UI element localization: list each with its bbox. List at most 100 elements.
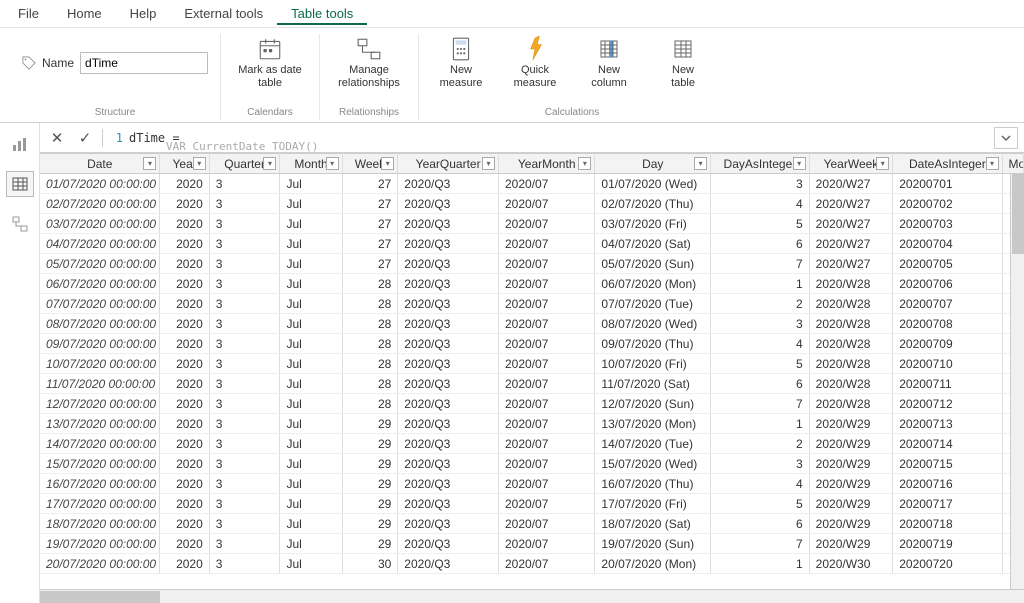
cell[interactable]: 02/07/2020 00:00:00 xyxy=(40,194,160,214)
cell[interactable]: 2020/07 xyxy=(499,234,595,254)
cell[interactable]: 2020/Q3 xyxy=(398,294,499,314)
manage-relationships-button[interactable]: Managerelationships xyxy=(332,34,406,90)
cell[interactable]: 2020/07 xyxy=(499,214,595,234)
table-row[interactable]: 01/07/2020 00:00:0020203Jul272020/Q32020… xyxy=(40,174,1024,194)
horizontal-scrollbar[interactable] xyxy=(40,589,1024,603)
cell[interactable]: 2020/Q3 xyxy=(398,414,499,434)
cell[interactable]: 3 xyxy=(209,294,280,314)
cell[interactable]: 2020/07 xyxy=(499,254,595,274)
cell[interactable]: 2020/W29 xyxy=(809,514,893,534)
cell[interactable]: 20200712 xyxy=(893,394,1002,414)
cell[interactable]: 3 xyxy=(209,274,280,294)
cell[interactable]: 2020 xyxy=(160,494,209,514)
cell[interactable]: 2020/07 xyxy=(499,294,595,314)
table-row[interactable]: 02/07/2020 00:00:0020203Jul272020/Q32020… xyxy=(40,194,1024,214)
cell[interactable]: 29 xyxy=(342,474,398,494)
cell[interactable]: 2 xyxy=(711,294,810,314)
cell[interactable]: 4 xyxy=(711,334,810,354)
cell[interactable]: 2020/W28 xyxy=(809,394,893,414)
cell[interactable]: 3 xyxy=(209,374,280,394)
cell[interactable]: 14/07/2020 00:00:00 xyxy=(40,434,160,454)
cell[interactable]: 28 xyxy=(342,394,398,414)
cell[interactable]: 20/07/2020 00:00:00 xyxy=(40,554,160,574)
cell[interactable]: Jul xyxy=(280,454,342,474)
cell[interactable]: 2020/W28 xyxy=(809,314,893,334)
cell[interactable]: 2020/W27 xyxy=(809,254,893,274)
cell[interactable]: Jul xyxy=(280,174,342,194)
cell[interactable]: 07/07/2020 (Tue) xyxy=(595,294,711,314)
cell[interactable]: 3 xyxy=(209,214,280,234)
cell[interactable]: 28 xyxy=(342,294,398,314)
cell[interactable]: 2 xyxy=(711,434,810,454)
cell[interactable]: 20200715 xyxy=(893,454,1002,474)
cell[interactable]: 20200703 xyxy=(893,214,1002,234)
cell[interactable]: 2020/W27 xyxy=(809,194,893,214)
column-header-dayasinteger[interactable]: DayAsInteger▾ xyxy=(711,154,810,174)
menu-home[interactable]: Home xyxy=(53,2,116,25)
table-row[interactable]: 08/07/2020 00:00:0020203Jul282020/Q32020… xyxy=(40,314,1024,334)
cell[interactable]: 05/07/2020 (Sun) xyxy=(595,254,711,274)
cell[interactable]: 20200718 xyxy=(893,514,1002,534)
table-name-input[interactable] xyxy=(80,52,208,74)
hscroll-thumb[interactable] xyxy=(40,591,160,603)
cell[interactable]: 3 xyxy=(209,474,280,494)
cell[interactable]: 5 xyxy=(711,214,810,234)
cell[interactable]: 27 xyxy=(342,194,398,214)
cell[interactable]: 15/07/2020 (Wed) xyxy=(595,454,711,474)
cell[interactable]: 08/07/2020 (Wed) xyxy=(595,314,711,334)
cell[interactable]: 2020/Q3 xyxy=(398,274,499,294)
cell[interactable]: 4 xyxy=(711,474,810,494)
cell[interactable]: 2020/07 xyxy=(499,194,595,214)
cell[interactable]: 20200710 xyxy=(893,354,1002,374)
cell[interactable]: Jul xyxy=(280,534,342,554)
column-header-day[interactable]: Day▾ xyxy=(595,154,711,174)
cell[interactable]: 2020 xyxy=(160,534,209,554)
cell[interactable]: 01/07/2020 00:00:00 xyxy=(40,174,160,194)
cell[interactable]: 08/07/2020 00:00:00 xyxy=(40,314,160,334)
model-view-button[interactable] xyxy=(6,211,34,237)
cell[interactable]: 14/07/2020 (Tue) xyxy=(595,434,711,454)
cell[interactable]: 2020/07 xyxy=(499,434,595,454)
cell[interactable]: Jul xyxy=(280,414,342,434)
table-row[interactable]: 15/07/2020 00:00:0020203Jul292020/Q32020… xyxy=(40,454,1024,474)
cell[interactable]: 2020/07 xyxy=(499,414,595,434)
cell[interactable]: 2020 xyxy=(160,334,209,354)
cell[interactable]: 3 xyxy=(209,554,280,574)
cell[interactable]: 2020/07 xyxy=(499,334,595,354)
cell[interactable]: 2020/07 xyxy=(499,314,595,334)
cell[interactable]: 2020/07 xyxy=(499,274,595,294)
cell[interactable]: 2020/Q3 xyxy=(398,214,499,234)
column-header-yearmonth[interactable]: YearMonth▾ xyxy=(499,154,595,174)
cell[interactable]: 2020 xyxy=(160,474,209,494)
cell[interactable]: 13/07/2020 (Mon) xyxy=(595,414,711,434)
new-measure-button[interactable]: Newmeasure xyxy=(431,34,491,90)
cell[interactable]: 1 xyxy=(711,274,810,294)
cell[interactable]: 5 xyxy=(711,354,810,374)
cell[interactable]: 2020/07 xyxy=(499,394,595,414)
table-row[interactable]: 14/07/2020 00:00:0020203Jul292020/Q32020… xyxy=(40,434,1024,454)
cell[interactable]: 3 xyxy=(209,454,280,474)
column-header-yearquarter[interactable]: YearQuarter▾ xyxy=(398,154,499,174)
cell[interactable]: Jul xyxy=(280,334,342,354)
cell[interactable]: Jul xyxy=(280,274,342,294)
cell[interactable]: 2020/W29 xyxy=(809,494,893,514)
table-row[interactable]: 19/07/2020 00:00:0020203Jul292020/Q32020… xyxy=(40,534,1024,554)
quick-measure-button[interactable]: Quickmeasure xyxy=(505,34,565,90)
cell[interactable]: 28 xyxy=(342,374,398,394)
menu-external-tools[interactable]: External tools xyxy=(170,2,277,25)
new-table-button[interactable]: Newtable xyxy=(653,34,713,90)
cell[interactable]: 2020/Q3 xyxy=(398,234,499,254)
cell[interactable]: 09/07/2020 00:00:00 xyxy=(40,334,160,354)
cell[interactable]: 2020/W27 xyxy=(809,214,893,234)
table-row[interactable]: 13/07/2020 00:00:0020203Jul292020/Q32020… xyxy=(40,414,1024,434)
cell[interactable]: 16/07/2020 (Thu) xyxy=(595,474,711,494)
cell[interactable]: 2020/Q3 xyxy=(398,474,499,494)
cell[interactable]: 01/07/2020 (Wed) xyxy=(595,174,711,194)
cell[interactable]: 2020/W29 xyxy=(809,534,893,554)
cell[interactable]: Jul xyxy=(280,434,342,454)
cell[interactable]: 20200707 xyxy=(893,294,1002,314)
cell[interactable]: 27 xyxy=(342,234,398,254)
cell[interactable]: 11/07/2020 (Sat) xyxy=(595,374,711,394)
cell[interactable]: 29 xyxy=(342,454,398,474)
cell[interactable]: 19/07/2020 (Sun) xyxy=(595,534,711,554)
